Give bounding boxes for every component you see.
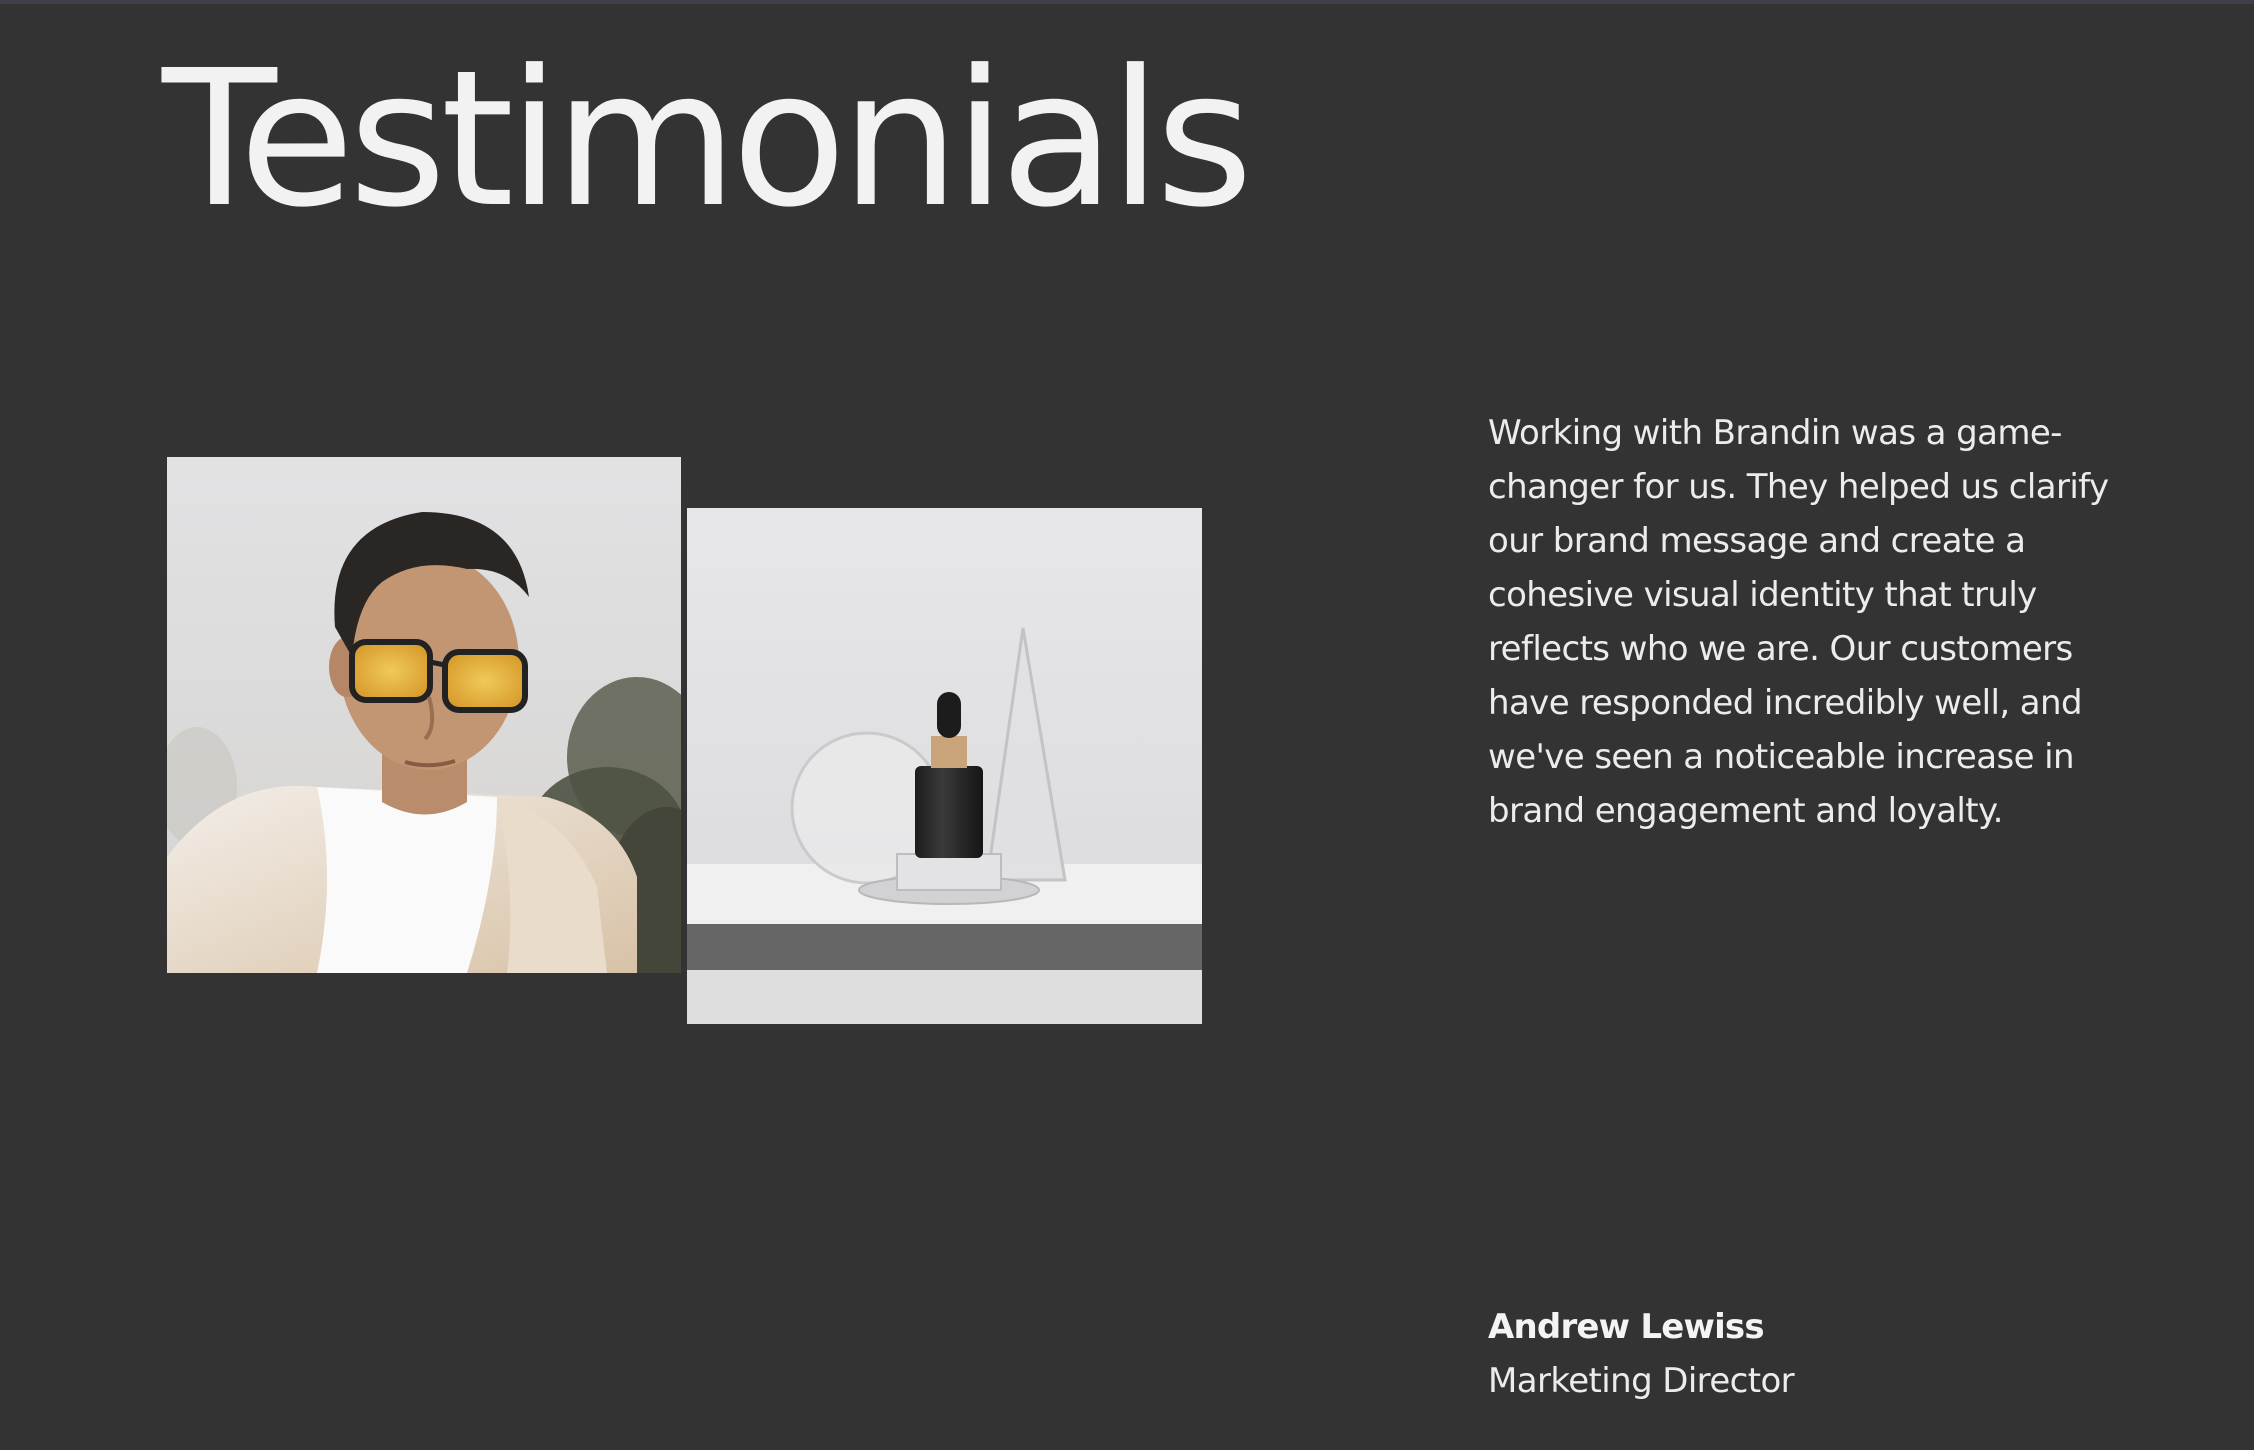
author-role: Marketing Director <box>1488 1361 1795 1401</box>
page-title: Testimonials <box>162 30 1253 249</box>
product-photo <box>687 508 1202 1024</box>
top-divider <box>0 0 2254 4</box>
testimonial-author: Andrew Lewiss Marketing Director <box>1488 1300 1795 1408</box>
person-photo <box>167 457 681 973</box>
author-name: Andrew Lewiss <box>1488 1307 1765 1347</box>
testimonial-quote: Working with Brandin was a game-changer … <box>1488 413 2109 831</box>
